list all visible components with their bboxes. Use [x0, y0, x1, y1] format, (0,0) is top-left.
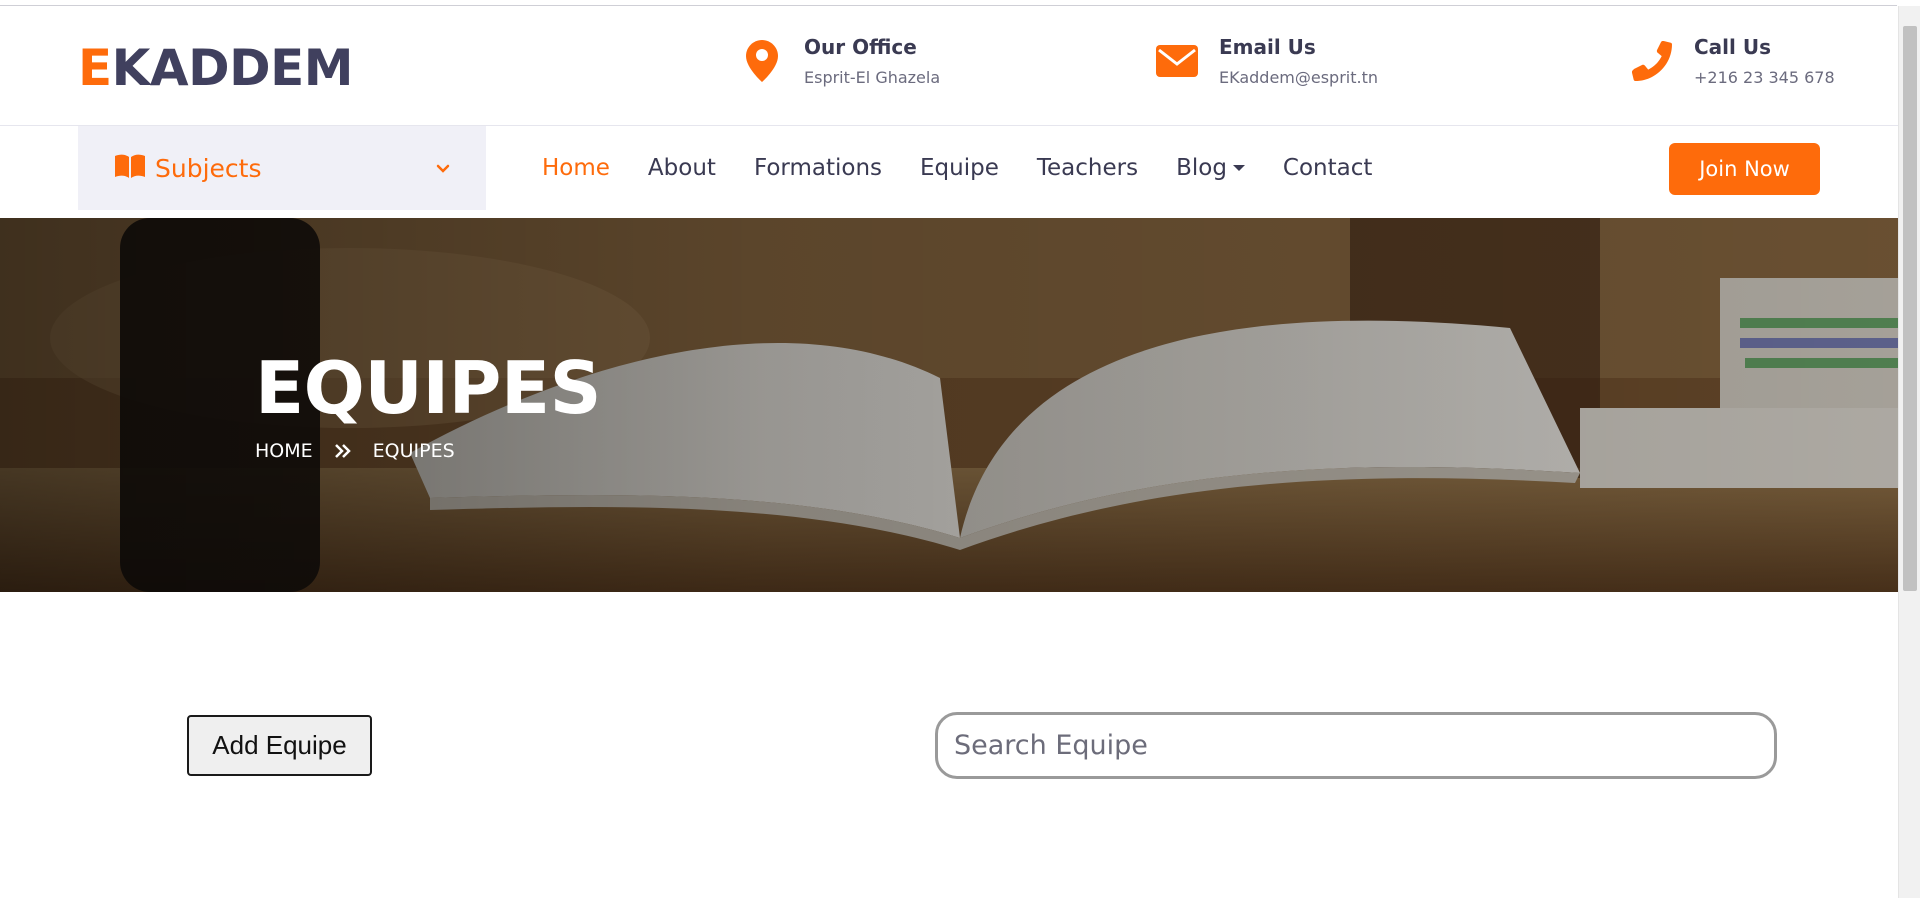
email-value: EKaddem@esprit.tn	[1219, 68, 1378, 87]
site-header: EKADDEM Our Office Esprit-El Ghazela Ema…	[0, 6, 1898, 126]
subjects-dropdown[interactable]: Subjects	[78, 126, 486, 210]
add-equipe-button[interactable]: Add Equipe	[187, 715, 372, 776]
nav-blog-label: Blog	[1176, 155, 1227, 181]
page-hero: EQUIPES HOME EQUIPES	[0, 218, 1898, 592]
main-navbar: Subjects Home About Formations Equipe Te…	[0, 126, 1898, 218]
nav-menu: Home About Formations Equipe Teachers Bl…	[542, 152, 1410, 184]
breadcrumb-home[interactable]: HOME	[255, 440, 313, 462]
site-logo[interactable]: EKADDEM	[78, 39, 354, 97]
nav-home[interactable]: Home	[542, 152, 610, 184]
phone-icon	[1630, 39, 1674, 83]
call-info: Call Us +216 23 345 678	[1630, 34, 1835, 88]
email-title: Email Us	[1219, 35, 1316, 59]
call-value: +216 23 345 678	[1694, 68, 1835, 87]
scrollbar-thumb[interactable]	[1903, 26, 1917, 591]
email-info: Email Us EKaddem@esprit.tn	[1155, 34, 1378, 88]
nav-blog-dropdown[interactable]: Blog	[1176, 152, 1245, 184]
double-chevron-right-icon	[334, 444, 351, 458]
office-title: Our Office	[804, 35, 917, 59]
office-info: Our Office Esprit-El Ghazela	[740, 34, 940, 88]
breadcrumb: HOME EQUIPES	[255, 440, 455, 462]
book-icon	[115, 154, 145, 182]
search-equipe-input[interactable]	[935, 712, 1777, 779]
nav-formations[interactable]: Formations	[754, 152, 882, 184]
envelope-icon	[1155, 39, 1199, 83]
caret-down-icon	[1232, 165, 1245, 171]
logo-text: KADDEM	[111, 39, 354, 97]
breadcrumb-current: EQUIPES	[372, 440, 455, 462]
subjects-label: Subjects	[155, 153, 262, 183]
nav-about[interactable]: About	[648, 152, 716, 184]
nav-equipe[interactable]: Equipe	[920, 152, 999, 184]
page-title: EQUIPES	[255, 346, 601, 430]
nav-teachers[interactable]: Teachers	[1037, 152, 1138, 184]
chevron-down-icon	[436, 159, 450, 178]
page-scrollbar[interactable]	[1898, 6, 1920, 898]
join-now-button[interactable]: Join Now	[1669, 143, 1820, 195]
map-pin-icon	[740, 39, 784, 83]
nav-contact[interactable]: Contact	[1283, 152, 1372, 184]
logo-accent-letter: E	[78, 39, 112, 97]
call-title: Call Us	[1694, 35, 1771, 59]
office-value: Esprit-El Ghazela	[804, 68, 941, 87]
